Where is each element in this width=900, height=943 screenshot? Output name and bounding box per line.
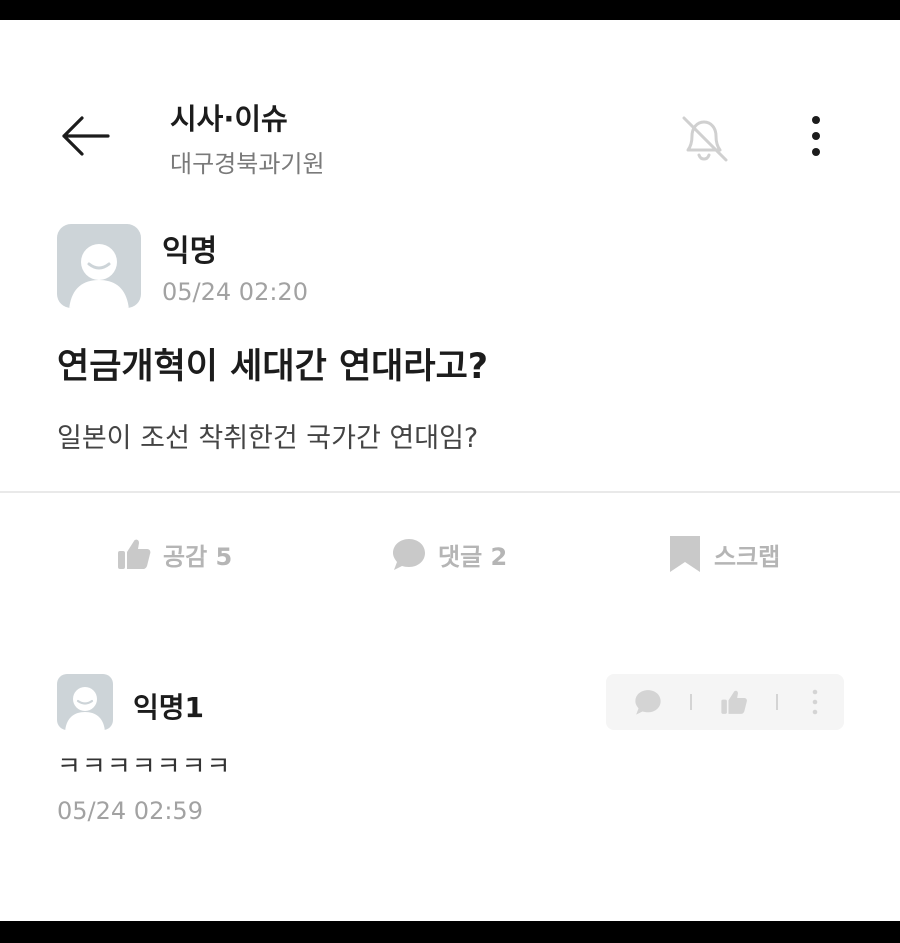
bookmark-icon: [670, 536, 700, 572]
board-title: 시사·이슈: [170, 102, 288, 136]
back-button[interactable]: [58, 110, 114, 162]
toolbar-separator: [776, 694, 778, 710]
comment-author-avatar: [57, 674, 113, 730]
speech-bubble-icon: [393, 539, 425, 570]
post-author: 익명: [162, 234, 218, 269]
toolbar-separator: [690, 694, 692, 710]
status-bar: [0, 0, 900, 20]
scrap-button[interactable]: 스크랩: [666, 532, 780, 576]
comment-text: ㅋㅋㅋㅋㅋㅋㅋ: [57, 752, 232, 782]
post-body: 일본이 조선 착취한건 국가간 연대임?: [57, 423, 479, 454]
post-timestamp: 05/24 02:20: [162, 278, 308, 306]
like-button[interactable]: 공감 5: [115, 532, 232, 576]
comment-timestamp: 05/24 02:59: [57, 797, 203, 825]
more-vertical-icon: [812, 116, 820, 156]
default-avatar-icon: [69, 244, 129, 308]
more-vertical-icon: [812, 689, 818, 715]
bell-off-icon: [682, 116, 728, 162]
comment-like-button[interactable]: [714, 674, 754, 730]
speech-bubble-icon: [635, 690, 661, 715]
comment-toolbar: [606, 674, 844, 730]
like-count-label: 공감 5: [163, 542, 233, 571]
comment-more-button[interactable]: [800, 674, 830, 730]
comment-count-label: 댓글 2: [438, 542, 508, 571]
more-options-button[interactable]: [798, 112, 834, 160]
divider: [0, 491, 900, 493]
thumbs-up-icon: [721, 690, 747, 714]
thumbs-up-icon: [118, 539, 151, 569]
notification-toggle-button[interactable]: [674, 108, 734, 168]
default-avatar-icon: [65, 687, 105, 730]
author-avatar: [57, 224, 141, 308]
post-title: 연금개혁이 세대간 연대라고?: [57, 347, 489, 387]
navigation-bar: [0, 921, 900, 943]
comment-author: 익명1: [133, 691, 205, 724]
comment-reply-button[interactable]: [628, 674, 668, 730]
scrap-label: 스크랩: [714, 542, 781, 571]
comment-button[interactable]: 댓글 2: [390, 532, 507, 576]
arrow-left-icon: [62, 116, 110, 156]
board-subtitle: 대구경북과기원: [170, 150, 325, 178]
